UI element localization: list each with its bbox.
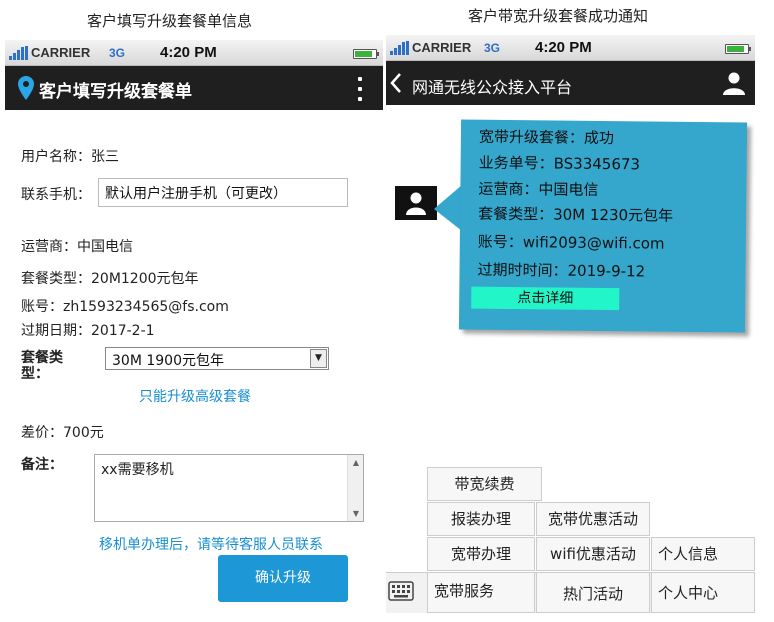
package-type-text: 套餐类型：20M1200元包年 bbox=[21, 271, 199, 287]
scroll-up-icon[interactable]: ▲ bbox=[348, 458, 364, 467]
message-line: 运营商：中国电信 bbox=[478, 179, 599, 199]
message-line: 套餐类型：30M 1230元包年 bbox=[478, 204, 674, 225]
menu-personal-info-button[interactable]: 个人信息 bbox=[651, 537, 755, 571]
carrier-name: CARRIER bbox=[31, 45, 91, 60]
bubble-pointer bbox=[434, 185, 462, 231]
left-phone-screen: CARRIER 3G 4:20 PM 客户填写升级套餐单 用户名称：张三 联系手… bbox=[5, 40, 383, 618]
battery-icon bbox=[725, 44, 751, 54]
keyboard-icon[interactable] bbox=[388, 581, 414, 601]
network-type: 3G bbox=[484, 41, 501, 55]
right-caption: 客户带宽升级套餐成功通知 bbox=[468, 7, 649, 25]
tab-hot-activities[interactable]: 热门活动 bbox=[536, 572, 650, 613]
price-diff-text: 差价：700元 bbox=[21, 425, 104, 441]
package-select-value: 30M 1900元包年 bbox=[112, 353, 224, 369]
status-time: 4:20 PM bbox=[160, 44, 217, 61]
dropdown-arrow-icon[interactable]: ▼ bbox=[310, 349, 327, 368]
expiry-text: 过期日期：2017-2-1 bbox=[21, 323, 155, 339]
account-text: 账号：zh1593234565@fs.com bbox=[21, 299, 229, 315]
phone-label: 联系手机： bbox=[21, 187, 91, 203]
move-hint-text: 移机单办理后，请等待客服人员联系 bbox=[99, 537, 323, 553]
message-line: 账号：wifi2093@wifi.com bbox=[477, 232, 665, 253]
scroll-down-icon[interactable]: ▼ bbox=[348, 509, 364, 518]
tab-broadband-service[interactable]: 宽带服务 bbox=[427, 572, 535, 613]
note-label: 备注： bbox=[21, 457, 63, 473]
tab-personal-center[interactable]: 个人中心 bbox=[651, 572, 755, 613]
status-bar: CARRIER 3G 4:20 PM bbox=[5, 40, 383, 66]
phone-input[interactable]: 默认用户注册手机（可更改） bbox=[98, 178, 348, 207]
confirm-upgrade-button[interactable]: 确认升级 bbox=[218, 555, 348, 602]
title-bar: 客户填写升级套餐单 bbox=[5, 66, 383, 110]
signal-icon bbox=[9, 46, 31, 60]
network-type: 3G bbox=[109, 46, 126, 60]
notification-bubble: 宽带升级套餐：成功 业务单号：BS3345673 运营商：中国电信 套餐类型：3… bbox=[458, 119, 748, 333]
details-button[interactable]: 点击详细 bbox=[471, 286, 620, 311]
menu-install-button[interactable]: 报装办理 bbox=[427, 502, 535, 536]
note-textarea[interactable]: xx需要移机 ▲ ▼ bbox=[94, 454, 364, 522]
user-icon[interactable] bbox=[722, 71, 746, 95]
package-select[interactable]: 30M 1900元包年 ▼ bbox=[105, 347, 329, 370]
more-menu-icon[interactable] bbox=[357, 75, 363, 103]
carrier-name: CARRIER bbox=[412, 40, 472, 55]
menu-renew-button[interactable]: 带宽续费 bbox=[427, 467, 542, 501]
battery-icon bbox=[353, 49, 379, 59]
message-line: 业务单号：BS3345673 bbox=[478, 153, 641, 174]
operator-text: 运营商：中国电信 bbox=[21, 239, 133, 255]
back-arrow-icon[interactable] bbox=[390, 72, 402, 94]
upgrade-hint-link[interactable]: 只能升级高级套餐 bbox=[139, 386, 251, 406]
menu-promo-button[interactable]: 宽带优惠活动 bbox=[536, 502, 650, 536]
page-title: 网通无线公众接入平台 bbox=[412, 78, 573, 97]
right-phone-screen: CARRIER 3G 4:20 PM 网通无线公众接入平台 宽带升级套餐：成功 … bbox=[386, 35, 755, 613]
menu-broadband-apply-button[interactable]: 宽带办理 bbox=[427, 537, 535, 571]
status-bar: CARRIER 3G 4:20 PM bbox=[386, 35, 755, 61]
signal-icon bbox=[390, 41, 412, 55]
menu-wifi-promo-button[interactable]: wifi优惠活动 bbox=[536, 537, 650, 571]
sender-avatar bbox=[395, 186, 437, 220]
textarea-scrollbar[interactable]: ▲ ▼ bbox=[347, 455, 363, 521]
title-bar: 网通无线公众接入平台 bbox=[386, 61, 755, 105]
message-line: 过期时时间：2019-9-12 bbox=[477, 260, 646, 281]
note-value: xx需要移机 bbox=[101, 462, 174, 478]
person-icon bbox=[406, 192, 426, 215]
new-package-label: 套餐类 型： bbox=[21, 350, 63, 382]
status-time: 4:20 PM bbox=[535, 39, 592, 56]
page-title: 客户填写升级套餐单 bbox=[39, 82, 192, 102]
location-pin-icon bbox=[18, 76, 34, 100]
message-line: 宽带升级套餐：成功 bbox=[478, 127, 615, 148]
left-caption: 客户填写升级套餐单信息 bbox=[87, 12, 253, 30]
username-text: 用户名称：张三 bbox=[21, 149, 119, 165]
